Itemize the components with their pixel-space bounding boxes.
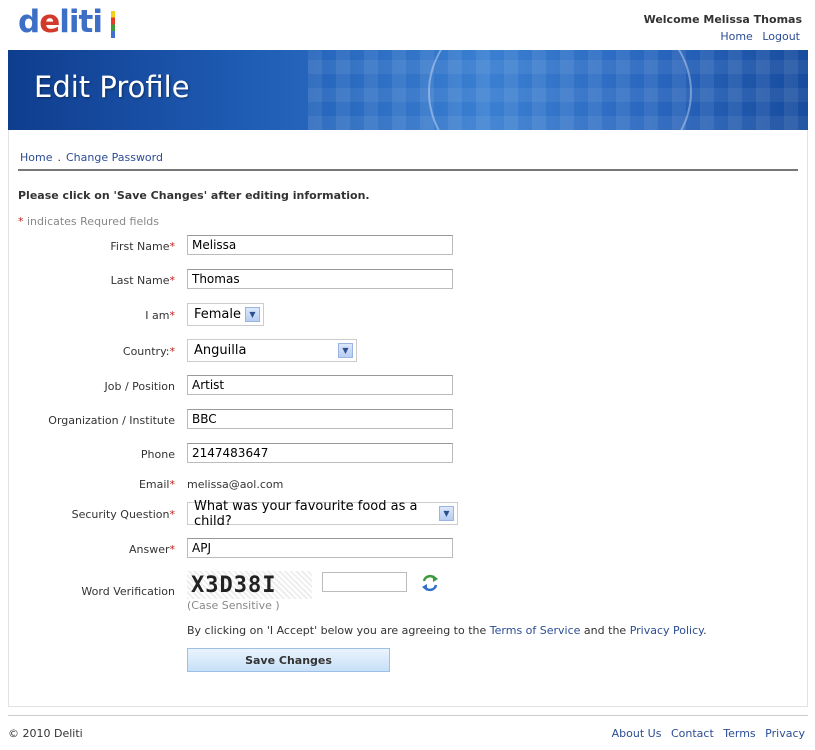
captcha-input[interactable]	[322, 572, 407, 592]
logo-letter: i	[92, 4, 103, 40]
required-star: *	[169, 309, 176, 322]
privacy-policy-link[interactable]: Privacy Policy	[630, 624, 703, 637]
chevron-down-icon[interactable]: ▼	[439, 506, 454, 521]
input-value: APJ	[192, 541, 211, 555]
footer-terms-link[interactable]: Terms	[723, 727, 755, 740]
select-value: What was your favourite food as a child?	[194, 498, 418, 529]
logo-letter: e	[39, 4, 60, 40]
logo-letter: l	[59, 4, 70, 40]
breadcrumb-home-link[interactable]: Home	[20, 151, 52, 164]
footer-about-link[interactable]: About Us	[612, 727, 662, 740]
home-link[interactable]: Home	[720, 30, 752, 43]
agreement-prefix: By clicking on 'I Accept' below you are …	[187, 624, 490, 637]
required-star: *	[169, 543, 176, 556]
label-text: First Name	[110, 240, 170, 253]
gender-select[interactable]: Female ▼	[187, 303, 264, 326]
refresh-icon[interactable]	[421, 574, 439, 592]
save-changes-button[interactable]: Save Changes	[187, 648, 390, 672]
agreement-text: By clicking on 'I Accept' below you are …	[187, 624, 707, 637]
logo-letter: t	[78, 4, 94, 40]
first-name-label: First Name*	[0, 240, 175, 253]
phone-input[interactable]: 2147483647	[187, 443, 453, 463]
breadcrumb-change-password-link[interactable]: Change Password	[66, 151, 163, 164]
select-value: Female	[194, 307, 242, 322]
label-text: I am	[145, 309, 170, 322]
email-value: melissa@aol.com	[187, 478, 284, 491]
input-value: 2147483647	[192, 446, 269, 460]
logo-letter: d	[18, 4, 40, 40]
footer-divider	[8, 715, 808, 716]
gender-label: I am*	[0, 309, 175, 322]
breadcrumb-divider	[18, 169, 798, 171]
page-title: Edit Profile	[34, 70, 190, 104]
organization-input[interactable]: BBC	[187, 409, 453, 429]
terms-of-service-link[interactable]: Terms of Service	[490, 624, 581, 637]
input-value: Melissa	[192, 238, 237, 252]
captcha-image: X3D38I	[187, 571, 312, 599]
page-banner: Edit Profile	[8, 50, 808, 130]
last-name-label: Last Name*	[0, 274, 175, 287]
phone-label: Phone	[140, 448, 175, 461]
job-label: Job / Position	[104, 380, 176, 393]
top-header: deliti Welcome Melissa Thomas Home Logou…	[0, 0, 815, 50]
label-text: Answer	[128, 543, 170, 556]
required-note: * indicates Requred fields	[18, 215, 159, 228]
label-text: Security Question	[71, 508, 170, 521]
security-question-select[interactable]: What was your favourite food as a child?…	[187, 499, 458, 529]
select-value: Anguilla	[194, 343, 247, 358]
email-label: Email*	[0, 478, 175, 491]
logout-link[interactable]: Logout	[762, 30, 800, 43]
last-name-input[interactable]: Thomas	[187, 269, 453, 289]
breadcrumb: Home. Change Password	[20, 151, 163, 164]
agreement-suffix: .	[703, 624, 707, 637]
input-value: Thomas	[192, 272, 240, 286]
job-input[interactable]: Artist	[187, 375, 453, 395]
chevron-down-icon[interactable]: ▼	[338, 343, 353, 358]
required-star: *	[169, 345, 176, 358]
country-label: Country:*	[0, 345, 175, 358]
label-text: Last Name	[110, 274, 170, 287]
copyright-text: © 2010 Deliti	[8, 727, 83, 740]
security-question-label: Security Question*	[0, 508, 175, 521]
logo-color-bar	[111, 11, 115, 38]
required-star: *	[169, 478, 176, 491]
required-star: *	[169, 240, 176, 253]
answer-input[interactable]: APJ	[187, 538, 453, 558]
logo-letter: i	[68, 4, 80, 40]
input-value: BBC	[192, 412, 217, 426]
deliti-logo[interactable]: deliti	[18, 4, 103, 40]
input-value: Artist	[192, 378, 225, 392]
label-text: Email	[138, 478, 170, 491]
required-note-text: indicates Requred fields	[23, 215, 160, 228]
agreement-middle: and the	[580, 624, 630, 637]
required-star: *	[169, 274, 176, 287]
country-select[interactable]: Anguilla ▼	[187, 339, 357, 362]
footer-contact-link[interactable]: Contact	[671, 727, 714, 740]
case-sensitive-note: (Case Sensitive )	[187, 599, 280, 612]
organization-label: Organization / Institute	[48, 414, 175, 427]
answer-label: Answer*	[0, 543, 175, 556]
footer-links: About Us Contact Terms Privacy	[606, 727, 805, 740]
first-name-input[interactable]: Melissa	[187, 235, 453, 255]
top-links: Home Logout	[714, 30, 800, 43]
label-text: Country:	[122, 345, 170, 358]
chevron-down-icon[interactable]: ▼	[245, 307, 260, 322]
instruction-text: Please click on 'Save Changes' after edi…	[18, 189, 370, 202]
breadcrumb-separator: .	[57, 151, 61, 164]
word-verification-label: Word Verification	[81, 585, 175, 598]
footer-privacy-link[interactable]: Privacy	[765, 727, 805, 740]
welcome-text: Welcome Melissa Thomas	[643, 13, 802, 26]
required-star: *	[169, 508, 176, 521]
